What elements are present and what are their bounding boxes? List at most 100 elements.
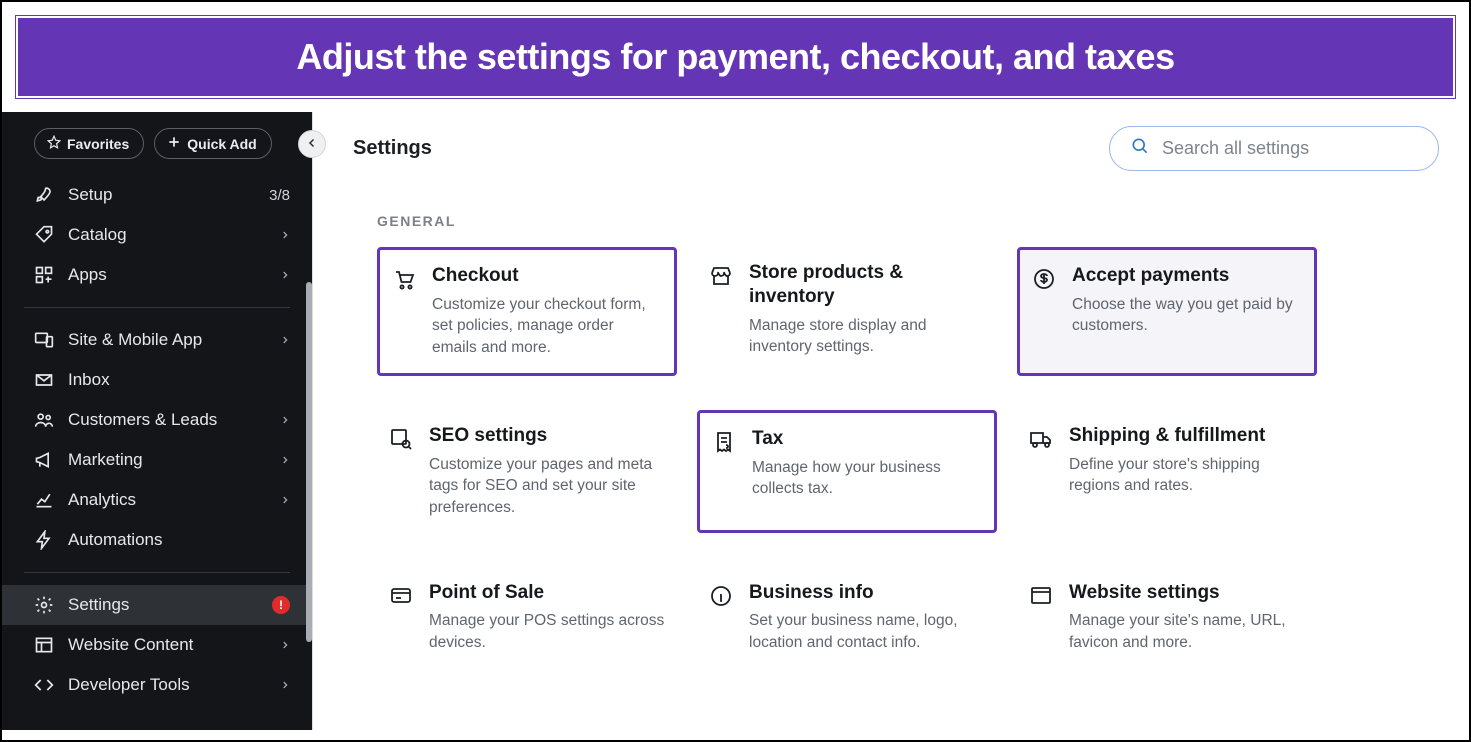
sidebar-label: Apps: [68, 265, 266, 285]
sidebar-item-developer-tools[interactable]: Developer Tools: [2, 665, 312, 705]
card-title: Store products & inventory: [749, 261, 985, 309]
sidebar-label: Settings: [68, 595, 258, 615]
chevron-right-icon: [280, 675, 290, 695]
sidebar-item-marketing[interactable]: Marketing: [2, 440, 312, 480]
sidebar-label: Customers & Leads: [68, 410, 266, 430]
search-icon: [1130, 136, 1150, 161]
card-reader-icon: [389, 583, 415, 609]
browser-icon: [1029, 583, 1055, 609]
sidebar-label: Site & Mobile App: [68, 330, 266, 350]
megaphone-icon: [34, 450, 54, 470]
sidebar-collapse-button[interactable]: [298, 130, 326, 158]
bolt-icon: [34, 530, 54, 550]
plus-icon: [167, 135, 181, 152]
instruction-banner: Adjust the settings for payment, checkou…: [16, 16, 1455, 98]
sidebar-label: Analytics: [68, 490, 266, 510]
card-shipping[interactable]: Shipping & fulfillment Define your store…: [1017, 410, 1317, 533]
sidebar-label: Marketing: [68, 450, 266, 470]
chevron-right-icon: [280, 490, 290, 510]
devices-icon: [34, 330, 54, 350]
card-tax[interactable]: Tax Manage how your business collects ta…: [697, 410, 997, 533]
card-desc: Manage your POS settings across devices.: [429, 610, 665, 653]
sidebar: Favorites Quick Add Setup 3/8 Catalog Ap…: [2, 112, 312, 730]
analytics-icon: [34, 490, 54, 510]
card-desc: Manage your site's name, URL, favicon an…: [1069, 610, 1305, 653]
app-frame: Favorites Quick Add Setup 3/8 Catalog Ap…: [2, 112, 1469, 730]
star-icon: [47, 135, 61, 152]
divider: [24, 572, 290, 573]
storefront-icon: [709, 263, 735, 289]
apps-icon: [34, 265, 54, 285]
favorites-label: Favorites: [67, 136, 129, 152]
layout-icon: [34, 635, 54, 655]
sidebar-item-site-mobile[interactable]: Site & Mobile App: [2, 320, 312, 360]
cart-icon: [392, 266, 418, 292]
info-icon: [709, 583, 735, 609]
card-title: Website settings: [1069, 581, 1305, 605]
card-desc: Define your store's shipping regions and…: [1069, 454, 1305, 497]
card-title: Tax: [752, 427, 982, 451]
card-website-settings[interactable]: Website settings Manage your site's name…: [1017, 567, 1317, 668]
chevron-right-icon: [280, 265, 290, 285]
card-desc: Manage store display and inventory setti…: [749, 315, 985, 358]
sidebar-item-website-content[interactable]: Website Content: [2, 625, 312, 665]
chevron-right-icon: [280, 450, 290, 470]
alert-badge: !: [272, 596, 290, 614]
card-title: Shipping & fulfillment: [1069, 424, 1305, 448]
search-input[interactable]: [1162, 138, 1418, 159]
dollar-circle-icon: [1032, 266, 1058, 292]
chevron-left-icon: [306, 137, 318, 152]
sidebar-item-automations[interactable]: Automations: [2, 520, 312, 560]
card-title: SEO settings: [429, 424, 665, 448]
sidebar-item-inbox[interactable]: Inbox: [2, 360, 312, 400]
card-store-products[interactable]: Store products & inventory Manage store …: [697, 247, 997, 376]
card-desc: Set your business name, logo, location a…: [749, 610, 985, 653]
section-general-label: GENERAL: [377, 213, 1429, 229]
sidebar-item-catalog[interactable]: Catalog: [2, 215, 312, 255]
card-seo-settings[interactable]: SEO settings Customize your pages and me…: [377, 410, 677, 533]
chevron-right-icon: [280, 330, 290, 350]
sidebar-item-customers[interactable]: Customers & Leads: [2, 400, 312, 440]
sidebar-item-settings[interactable]: Settings !: [2, 585, 312, 625]
sidebar-label: Inbox: [68, 370, 290, 390]
sidebar-item-analytics[interactable]: Analytics: [2, 480, 312, 520]
card-desc: Customize your pages and meta tags for S…: [429, 454, 665, 519]
sidebar-label: Developer Tools: [68, 675, 266, 695]
search-page-icon: [389, 426, 415, 452]
card-title: Point of Sale: [429, 581, 665, 605]
quick-add-button[interactable]: Quick Add: [154, 128, 272, 159]
code-icon: [34, 675, 54, 695]
gear-icon: [34, 595, 54, 615]
chevron-right-icon: [280, 225, 290, 245]
sidebar-label: Website Content: [68, 635, 266, 655]
sidebar-item-setup[interactable]: Setup 3/8: [2, 175, 312, 215]
page-title: Settings: [353, 137, 432, 160]
card-accept-payments[interactable]: Accept payments Choose the way you get p…: [1017, 247, 1317, 376]
main-panel: Settings GENERAL Checkout Customize your…: [312, 112, 1469, 730]
chevron-right-icon: [280, 635, 290, 655]
divider: [24, 307, 290, 308]
favorites-button[interactable]: Favorites: [34, 128, 144, 159]
card-desc: Manage how your business collects tax.: [752, 457, 982, 500]
people-icon: [34, 410, 54, 430]
sidebar-label: Setup: [68, 185, 255, 205]
sidebar-label: Catalog: [68, 225, 266, 245]
search-settings[interactable]: [1109, 126, 1439, 171]
card-desc: Choose the way you get paid by customers…: [1072, 294, 1302, 337]
quick-add-label: Quick Add: [187, 136, 257, 152]
chevron-right-icon: [280, 410, 290, 430]
tag-icon: [34, 225, 54, 245]
sidebar-item-apps[interactable]: Apps: [2, 255, 312, 295]
card-title: Accept payments: [1072, 264, 1302, 288]
card-checkout[interactable]: Checkout Customize your checkout form, s…: [377, 247, 677, 376]
sidebar-label: Automations: [68, 530, 290, 550]
sidebar-scrollbar[interactable]: [306, 282, 312, 642]
rocket-icon: [34, 185, 54, 205]
card-point-of-sale[interactable]: Point of Sale Manage your POS settings a…: [377, 567, 677, 668]
setup-progress-badge: 3/8: [269, 187, 290, 204]
truck-icon: [1029, 426, 1055, 452]
inbox-icon: [34, 370, 54, 390]
card-desc: Customize your checkout form, set polici…: [432, 294, 662, 359]
card-title: Business info: [749, 581, 985, 605]
card-business-info[interactable]: Business info Set your business name, lo…: [697, 567, 997, 668]
